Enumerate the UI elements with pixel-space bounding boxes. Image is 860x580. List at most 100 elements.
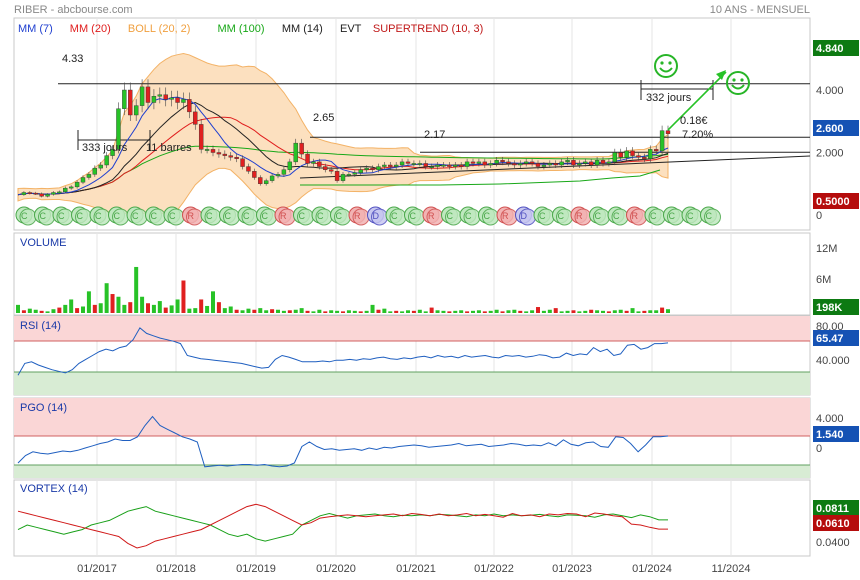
volume-bar [323, 311, 328, 313]
candle [151, 96, 157, 103]
candle [187, 99, 192, 113]
candle [518, 163, 523, 166]
candle [630, 150, 635, 156]
x-tick-label: 01/2021 [396, 563, 436, 575]
candle [68, 186, 74, 189]
x-tick-label: 01/2017 [77, 563, 117, 575]
badge-volume-text: 198K [816, 302, 842, 314]
badge-vortex-minus: 0.0610 [813, 515, 859, 531]
level-high-label: 4.33 [62, 53, 83, 65]
price-tick-label: 2.000 [816, 148, 844, 160]
candle [51, 192, 56, 195]
event-letter: C [595, 211, 602, 221]
candle [252, 171, 257, 178]
volume-bar [642, 310, 647, 313]
badge-price-last-text: 2.600 [816, 123, 844, 135]
candle [482, 161, 488, 166]
volume-bar [358, 311, 363, 313]
event-letter: C [77, 211, 84, 221]
event-letter: C [21, 211, 28, 221]
candle [393, 164, 399, 167]
pgo-tick-label: 0 [816, 443, 822, 455]
volume-bar [293, 309, 298, 313]
badge-vortex-minus-text: 0.0610 [816, 518, 850, 530]
volume-bar [181, 280, 186, 313]
volume-bar [205, 305, 210, 313]
pgo-panel-title: PGO (14) [20, 402, 67, 414]
legend-item: MM (7) [18, 23, 53, 35]
candle [305, 153, 310, 164]
candle [618, 152, 623, 158]
event-letter: C [539, 211, 546, 221]
volume-bar [157, 301, 162, 313]
volume-bar [341, 311, 345, 313]
volume-bar [146, 303, 150, 313]
candle [642, 156, 647, 159]
smiley-eye [660, 61, 664, 65]
event-letter: C [650, 211, 657, 221]
candle [204, 149, 210, 151]
candle [122, 89, 127, 109]
panel-frame-vortex [13, 479, 811, 557]
candle [228, 155, 233, 158]
rsi-tick-label: 40.000 [816, 355, 850, 367]
candle [458, 164, 464, 167]
candle [346, 174, 352, 176]
volume-bar [400, 311, 405, 313]
candle [193, 111, 198, 125]
span-right-label: 332 jours [646, 92, 692, 104]
event-letter: C [391, 211, 398, 221]
event-letter: C [151, 211, 158, 221]
event-letter: C [317, 211, 324, 221]
event-letter: C [465, 211, 472, 221]
candle [45, 194, 50, 197]
volume-bar [110, 294, 115, 313]
volume-bar [104, 283, 109, 313]
candle [636, 155, 641, 158]
volume-bar [494, 309, 499, 313]
volume-bar [276, 309, 280, 313]
volume-bar [299, 308, 304, 313]
volume-bar [530, 310, 535, 313]
candle [33, 192, 38, 195]
volume-bar [476, 310, 481, 313]
event-letter: R [502, 211, 509, 221]
badge-pgo-text: 1.540 [816, 429, 844, 441]
level-mid-label: 2.65 [313, 112, 334, 124]
volume-bar [500, 311, 505, 313]
candle [382, 164, 387, 167]
volume-bar [57, 307, 62, 313]
chart-title: RIBER - abcbourse.com [14, 4, 133, 16]
event-letter: R [188, 211, 195, 221]
candle [653, 149, 659, 152]
candle [80, 177, 86, 183]
badge-price-top: 4.840 [813, 40, 859, 56]
volume-bar [612, 310, 617, 313]
x-tick-label: 01/2019 [236, 563, 276, 575]
volume-bar [234, 309, 239, 313]
volume-panel-title: VOLUME [20, 237, 66, 249]
candle [21, 192, 27, 195]
volume-bar [175, 299, 180, 313]
volume-bar [252, 309, 257, 313]
target-price-label: 0.18€ [680, 115, 708, 127]
candle [441, 164, 446, 167]
volume-bar [406, 310, 410, 313]
volume-bar [305, 310, 310, 313]
candle [352, 172, 358, 175]
candle [175, 97, 180, 103]
candle [328, 169, 334, 172]
volume-bar [606, 311, 611, 313]
volume-bar [524, 311, 529, 313]
volume-bar [264, 310, 269, 313]
legend-item: MM (100) [218, 23, 265, 35]
price-tick-label: 0 [816, 210, 822, 222]
volume-bar [346, 310, 351, 313]
candle [39, 193, 44, 197]
candle [594, 160, 600, 166]
event-letter: R [428, 211, 435, 221]
event-letter: R [280, 211, 287, 221]
volume-bar [370, 304, 375, 313]
volume-bar [352, 310, 357, 313]
candle [559, 161, 564, 166]
